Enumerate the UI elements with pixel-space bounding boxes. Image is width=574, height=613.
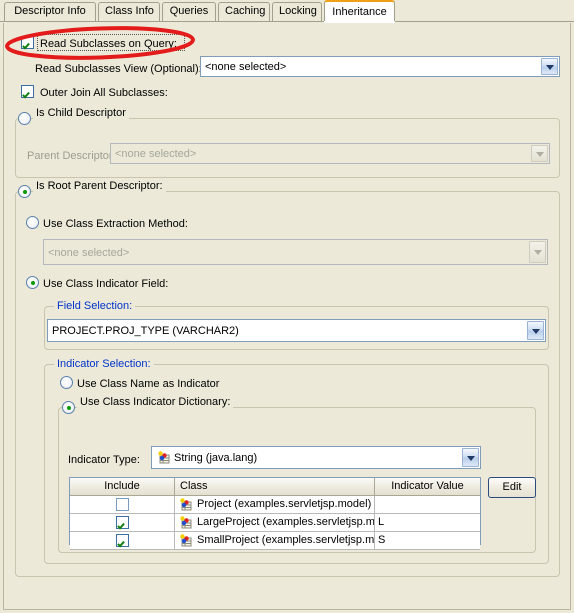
outer-join-all-subclasses-label: Outer Join All Subclasses: [40,87,168,99]
row-indicator-value[interactable]: S [375,532,480,550]
table-header-include[interactable]: Include [70,478,175,496]
java-class-icon [158,451,170,464]
table-header-class[interactable]: Class [175,478,375,496]
java-class-icon [180,534,192,547]
read-subclasses-view-combo[interactable]: <none selected> [200,56,560,77]
use-class-indicator-field-label: Use Class Indicator Field: [43,278,169,290]
chevron-down-icon[interactable] [529,241,546,263]
tab-label: Queries [169,5,209,17]
tab-inheritance[interactable]: Inheritance [324,0,395,22]
java-class-icon [180,516,192,529]
table-row[interactable] [70,532,175,550]
indicator-selection-title: Indicator Selection: [54,358,154,370]
chevron-down-icon[interactable] [541,58,558,75]
class-indicator-table[interactable]: Include Class Indicator Value Project (e… [69,477,481,550]
tab-queries[interactable]: Queries [162,2,216,21]
is-root-parent-descriptor-radio[interactable] [18,185,31,198]
parent-descriptor-label: Parent Descriptor: [27,150,116,162]
field-selection-combo[interactable]: PROJECT.PROJ_TYPE (VARCHAR2) [47,319,546,342]
table-row[interactable] [70,514,175,532]
table-header-indicator-value[interactable]: Indicator Value [375,478,480,496]
read-subclasses-view-value: <none selected> [205,61,287,73]
use-class-extraction-method-radio[interactable] [26,216,39,229]
row-include-checkbox[interactable] [116,534,129,547]
is-child-descriptor-radio[interactable] [18,112,31,125]
class-extraction-method-value: <none selected> [48,247,130,259]
outer-join-all-subclasses-checkbox[interactable] [21,85,34,98]
table-row[interactable]: SmallProject (examples.servletjsp.model) [175,532,375,550]
tab-descriptor-info[interactable]: Descriptor Info [4,2,96,21]
read-subclasses-on-query-checkbox[interactable] [21,36,34,49]
parent-descriptor-value: <none selected> [115,148,197,160]
row-class-name: LargeProject (examples.servletjsp.model) [197,516,375,528]
chevron-down-icon[interactable] [462,448,479,467]
active-tab-joint [324,21,395,23]
indicator-type-combo[interactable]: String (java.lang) [151,446,481,469]
is-child-descriptor-label: Is Child Descriptor [33,107,129,119]
field-selection-value: PROJECT.PROJ_TYPE (VARCHAR2) [52,325,239,337]
tab-label: Inheritance [332,6,387,18]
indicator-type-value: String (java.lang) [174,452,258,464]
tab-label: Caching [225,5,266,17]
tab-label: Class Info [105,5,154,17]
field-selection-title: Field Selection: [54,300,136,312]
use-class-name-as-indicator-label: Use Class Name as Indicator [77,378,220,390]
chevron-down-icon[interactable] [527,321,544,340]
row-indicator-value[interactable] [375,496,480,514]
inheritance-content-panel: Read Subclasses on Query: Read Subclasse… [3,23,571,610]
row-include-checkbox[interactable] [116,516,129,529]
use-class-indicator-dictionary-radio[interactable] [62,401,75,414]
row-class-name: Project (examples.servletjsp.model) [197,498,372,510]
use-class-extraction-method-label: Use Class Extraction Method: [43,218,188,230]
read-subclasses-view-label: Read Subclasses View (Optional): [35,63,202,75]
tab-baseline [0,21,574,22]
is-root-parent-descriptor-label: Is Root Parent Descriptor: [33,180,166,192]
read-subclasses-on-query-label: Read Subclasses on Query: [40,38,177,50]
row-class-name: SmallProject (examples.servletjsp.model) [197,534,375,546]
use-class-indicator-field-radio[interactable] [26,276,39,289]
row-include-checkbox[interactable] [116,498,129,511]
chevron-down-icon[interactable] [531,145,548,162]
use-class-indicator-dictionary-label: Use Class Indicator Dictionary: [77,396,234,408]
table-row[interactable] [70,496,175,514]
tab-locking[interactable]: Locking [272,2,322,21]
class-extraction-method-combo[interactable]: <none selected> [43,239,548,265]
inheritance-tab-panel: Descriptor Info Class Info Queries Cachi… [0,0,574,613]
tab-caching[interactable]: Caching [218,2,270,21]
row-indicator-value[interactable]: L [375,514,480,532]
table-row[interactable]: Project (examples.servletjsp.model) [175,496,375,514]
tab-label: Locking [279,5,317,17]
table-row[interactable]: LargeProject (examples.servletjsp.model) [175,514,375,532]
edit-button[interactable]: Edit [488,477,536,498]
parent-descriptor-combo[interactable]: <none selected> [110,143,550,164]
tab-label: Descriptor Info [14,5,86,17]
use-class-name-as-indicator-radio[interactable] [60,376,73,389]
java-class-icon [180,498,192,511]
indicator-type-label: Indicator Type: [68,454,140,466]
tab-class-info[interactable]: Class Info [98,2,160,21]
tab-strip: Descriptor Info Class Info Queries Cachi… [0,0,574,23]
